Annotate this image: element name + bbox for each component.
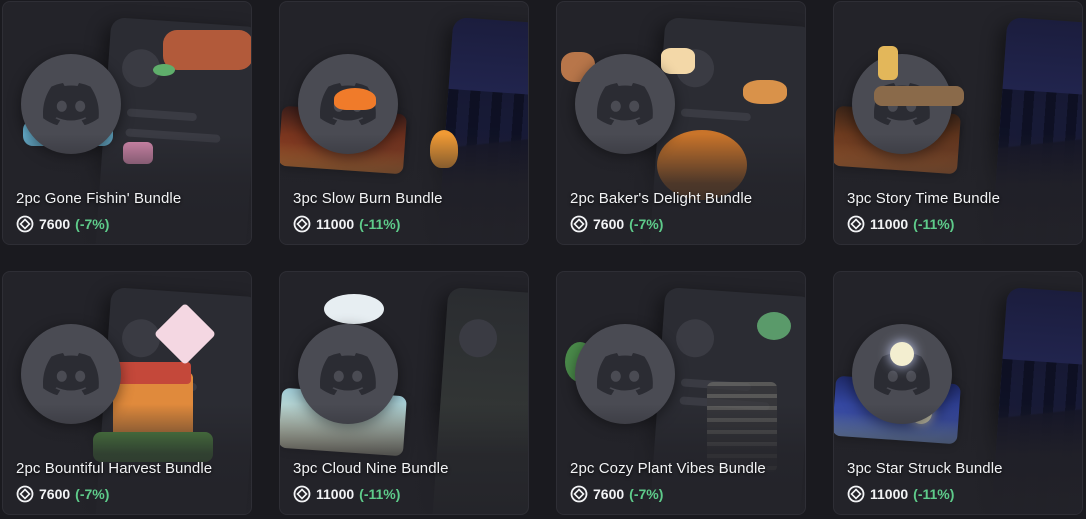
bundle-price-row: 11000 (-11%) bbox=[293, 484, 400, 504]
bundle-preview-art bbox=[3, 2, 251, 244]
bundle-price: 7600 bbox=[39, 216, 71, 232]
bundle-card[interactable]: 3pc Story Time Bundle 11000 (-11%) bbox=[833, 1, 1083, 245]
bundle-title: 2pc Baker's Delight Bundle bbox=[570, 190, 753, 207]
discord-logo-icon bbox=[43, 83, 99, 125]
discord-logo-icon bbox=[597, 353, 653, 395]
bundle-price: 11000 bbox=[316, 486, 355, 502]
bundle-discount: (-11%) bbox=[913, 486, 955, 502]
bundle-title: 3pc Star Struck Bundle bbox=[847, 460, 1003, 477]
bundle-price-row: 11000 (-11%) bbox=[847, 214, 954, 234]
bundle-title: 2pc Bountiful Harvest Bundle bbox=[16, 460, 213, 477]
bundle-price-row: 11000 (-11%) bbox=[293, 214, 400, 234]
bundle-title: 2pc Cozy Plant Vibes Bundle bbox=[570, 460, 766, 477]
bundle-title: 3pc Slow Burn Bundle bbox=[293, 190, 443, 207]
bundle-price: 7600 bbox=[39, 486, 71, 502]
bundle-card[interactable]: 2pc Baker's Delight Bundle 7600 (-7%) bbox=[556, 1, 806, 245]
bundle-preview-art bbox=[280, 2, 528, 244]
bundle-discount: (-7%) bbox=[75, 486, 110, 502]
bundle-preview-art bbox=[834, 272, 1082, 514]
orb-icon bbox=[847, 485, 865, 503]
bundle-title: 2pc Gone Fishin' Bundle bbox=[16, 190, 182, 207]
bundle-card[interactable]: 3pc Cloud Nine Bundle 11000 (-11%) bbox=[279, 271, 529, 515]
bundle-price-row: 7600 (-7%) bbox=[570, 214, 663, 234]
bundle-price: 11000 bbox=[316, 216, 355, 232]
bundle-price-row: 7600 (-7%) bbox=[16, 214, 109, 234]
bundle-price-row: 7600 (-7%) bbox=[570, 484, 663, 504]
bundle-discount: (-7%) bbox=[75, 216, 110, 232]
bundle-preview-art bbox=[557, 2, 805, 244]
bundle-price-row: 11000 (-11%) bbox=[847, 484, 954, 504]
discord-logo-icon bbox=[597, 83, 653, 125]
shop-bundle-grid: 2pc Gone Fishin' Bundle 7600 (-7%) 3pc S… bbox=[0, 0, 1086, 519]
bundle-discount: (-11%) bbox=[359, 486, 401, 502]
bundle-card[interactable]: 2pc Bountiful Harvest Bundle 7600 (-7%) bbox=[2, 271, 252, 515]
orb-icon bbox=[293, 485, 311, 503]
bundle-preview-art bbox=[280, 272, 528, 514]
bundle-title: 3pc Story Time Bundle bbox=[847, 190, 1001, 207]
bundle-discount: (-7%) bbox=[629, 486, 664, 502]
bundle-preview-art bbox=[834, 2, 1082, 244]
bundle-discount: (-11%) bbox=[913, 216, 955, 232]
discord-logo-icon bbox=[320, 353, 376, 395]
bundle-discount: (-11%) bbox=[359, 216, 401, 232]
discord-logo-icon bbox=[43, 353, 99, 395]
bundle-card[interactable]: 3pc Slow Burn Bundle 11000 (-11%) bbox=[279, 1, 529, 245]
orb-icon bbox=[570, 485, 588, 503]
bundle-card[interactable]: 2pc Gone Fishin' Bundle 7600 (-7%) bbox=[2, 1, 252, 245]
bundle-price: 7600 bbox=[593, 216, 625, 232]
orb-icon bbox=[16, 485, 34, 503]
orb-icon bbox=[570, 215, 588, 233]
orb-icon bbox=[16, 215, 34, 233]
bundle-preview-art bbox=[3, 272, 251, 514]
bundle-discount: (-7%) bbox=[629, 216, 664, 232]
orb-icon bbox=[847, 215, 865, 233]
bundle-price: 11000 bbox=[870, 216, 909, 232]
bundle-price-row: 7600 (-7%) bbox=[16, 484, 109, 504]
bundle-title: 3pc Cloud Nine Bundle bbox=[293, 460, 449, 477]
bundle-preview-art bbox=[557, 272, 805, 514]
bundle-card[interactable]: 2pc Cozy Plant Vibes Bundle 7600 (-7%) bbox=[556, 271, 806, 515]
orb-icon bbox=[293, 215, 311, 233]
bundle-card[interactable]: 3pc Star Struck Bundle 11000 (-11%) bbox=[833, 271, 1083, 515]
bundle-price: 7600 bbox=[593, 486, 625, 502]
bundle-price: 11000 bbox=[870, 486, 909, 502]
